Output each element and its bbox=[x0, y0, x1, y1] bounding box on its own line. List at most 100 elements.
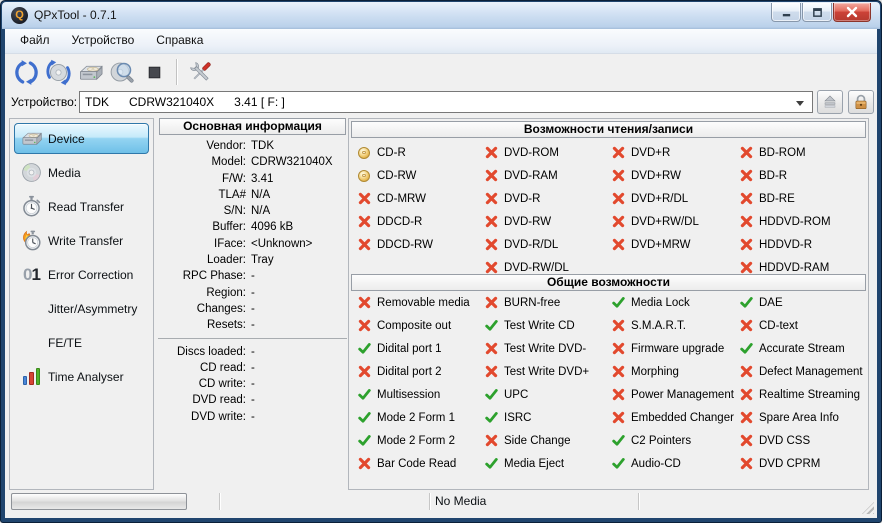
info-row-label: IFace: bbox=[214, 237, 246, 250]
capability-item: BD-R bbox=[739, 164, 866, 187]
menu-item-file[interactable]: Файл bbox=[9, 29, 61, 53]
cross-icon bbox=[484, 342, 498, 356]
sidebar-item-label: Error Correction bbox=[48, 267, 134, 282]
capability-item: DVD-RW bbox=[484, 210, 611, 233]
menu-item-device[interactable]: Устройство bbox=[61, 29, 146, 53]
info-row-label: TLA# bbox=[218, 188, 247, 201]
capability-item: BD-RE bbox=[739, 187, 866, 210]
info-row-value: - bbox=[251, 345, 255, 358]
info-row-label: F/W: bbox=[221, 172, 246, 185]
capability-item: Spare Area Info bbox=[739, 406, 866, 429]
statusbar-separator bbox=[638, 493, 640, 510]
app-icon: Q bbox=[11, 7, 28, 24]
capability-label: ISRC bbox=[504, 411, 532, 424]
capability-label: DVD-ROM bbox=[504, 146, 559, 159]
capability-column: BD-ROM BD-R BD-RE HDDVD-ROM HDDVD-R HDDVD-RAM bbox=[739, 141, 866, 279]
capability-label: Power Management bbox=[631, 388, 734, 401]
cross-icon bbox=[611, 146, 625, 160]
cross-icon bbox=[484, 296, 498, 310]
capability-label: Didital port 2 bbox=[377, 365, 442, 378]
capability-item: ISRC bbox=[484, 406, 611, 429]
capability-label: Didital port 1 bbox=[377, 342, 442, 355]
capability-label: DVD+RW bbox=[631, 169, 681, 182]
capability-label: DVD+R bbox=[631, 146, 671, 159]
lock-button[interactable] bbox=[848, 90, 874, 114]
capability-item: Multisession bbox=[357, 383, 484, 406]
toolbar-preferences-button[interactable] bbox=[185, 57, 215, 87]
sidebar-item-read-transfer[interactable]: Read Transfer bbox=[14, 191, 149, 222]
info-row: CD write: - bbox=[158, 376, 347, 392]
capability-label: Morphing bbox=[631, 365, 679, 378]
info-row-label: S/N: bbox=[223, 205, 246, 218]
capability-item: CD-RW bbox=[357, 164, 484, 187]
sidebar-item-error-correction[interactable]: 0 1 Error Correction bbox=[14, 259, 149, 290]
capability-label: DVD+RW/DL bbox=[631, 215, 699, 228]
lock-icon bbox=[851, 92, 871, 112]
capability-item: Media Lock bbox=[611, 291, 739, 314]
cross-icon bbox=[484, 169, 498, 183]
capability-label: Media Lock bbox=[631, 296, 690, 309]
chevron-down-icon bbox=[796, 100, 804, 110]
info-row-value: TDK bbox=[251, 140, 274, 152]
toolbar-stop-button[interactable] bbox=[139, 57, 169, 87]
info-row: S/N: N/A bbox=[158, 203, 347, 219]
capability-label: DDCD-RW bbox=[377, 238, 434, 251]
capability-label: Mode 2 Form 1 bbox=[377, 411, 455, 424]
sidebar-item-fe-te[interactable]: FE/TE bbox=[14, 327, 149, 358]
capability-label: Media Eject bbox=[504, 457, 565, 470]
cross-icon bbox=[357, 365, 371, 379]
capability-item: DVD+RW bbox=[611, 164, 739, 187]
capability-item: HDDVD-R bbox=[739, 233, 866, 256]
title-bar[interactable]: Q QPxTool - 0.7.1 bbox=[2, 2, 880, 29]
app-window: Q QPxTool - 0.7.1 Файл Устройство Справка … bbox=[0, 0, 882, 523]
capability-item: Media Eject bbox=[484, 452, 611, 475]
device-buttons bbox=[817, 90, 874, 114]
check-icon bbox=[611, 434, 625, 448]
statusbar-separator bbox=[429, 493, 431, 510]
capability-item: BURN-free bbox=[484, 291, 611, 314]
info-row-value: - bbox=[251, 378, 255, 391]
info-row-value: - bbox=[251, 410, 255, 423]
info-row: CD read: - bbox=[158, 360, 347, 376]
cross-icon bbox=[357, 296, 371, 310]
toolbar-refresh-button[interactable] bbox=[11, 57, 41, 87]
capability-item: DDCD-RW bbox=[357, 233, 484, 256]
disc-icon bbox=[15, 161, 48, 184]
resize-grip[interactable] bbox=[862, 502, 874, 514]
cross-icon bbox=[611, 169, 625, 183]
capability-item: DVD+RW/DL bbox=[611, 210, 739, 233]
sidebar-item-media[interactable]: Media bbox=[14, 157, 149, 188]
maximize-icon bbox=[812, 7, 823, 18]
minimize-button[interactable] bbox=[771, 3, 801, 22]
capability-label: DVD CPRM bbox=[759, 457, 821, 470]
check-icon bbox=[484, 319, 498, 333]
capability-item: CD-text bbox=[739, 314, 866, 337]
menu-item-help[interactable]: Справка bbox=[145, 29, 214, 53]
sidebar-item-write-transfer[interactable]: Write Transfer bbox=[14, 225, 149, 256]
toolbar-scan-media-button[interactable] bbox=[107, 57, 137, 87]
toolbar bbox=[5, 54, 877, 90]
cross-icon bbox=[611, 388, 625, 402]
capability-label: DVD CSS bbox=[759, 434, 811, 447]
capability-item: Test Write DVD+ bbox=[484, 360, 611, 383]
close-button[interactable] bbox=[833, 3, 871, 22]
sidebar-item-jitter-asymmetry[interactable]: Jitter/Asymmetry bbox=[14, 293, 149, 324]
toolbar-rescan-media-button[interactable] bbox=[43, 57, 73, 87]
eject-button[interactable] bbox=[817, 90, 843, 114]
cross-icon bbox=[484, 238, 498, 252]
capability-label: DVD-R/DL bbox=[504, 238, 559, 251]
device-combobox[interactable]: TDK CDRW321040X 3.41 [ F: ] bbox=[79, 91, 813, 113]
info-row: RPC Phase: - bbox=[158, 268, 347, 284]
toolbar-drive-button[interactable] bbox=[75, 57, 105, 87]
sidebar-item-device[interactable]: Device bbox=[14, 123, 149, 154]
check-icon bbox=[484, 457, 498, 471]
info-row-label: RPC Phase: bbox=[182, 270, 246, 283]
maximize-button[interactable] bbox=[802, 3, 832, 22]
sidebar-item-time-analyser[interactable]: Time Analyser bbox=[14, 361, 149, 392]
capability-item: S.M.A.R.T. bbox=[611, 314, 739, 337]
info-row-value: - bbox=[251, 302, 255, 315]
general-capabilities-grid: Removable media Composite out Didital port… bbox=[357, 291, 866, 475]
capability-item: DVD+R/DL bbox=[611, 187, 739, 210]
capability-item: CD-R bbox=[357, 141, 484, 164]
sidebar-item-label: Media bbox=[48, 165, 81, 180]
